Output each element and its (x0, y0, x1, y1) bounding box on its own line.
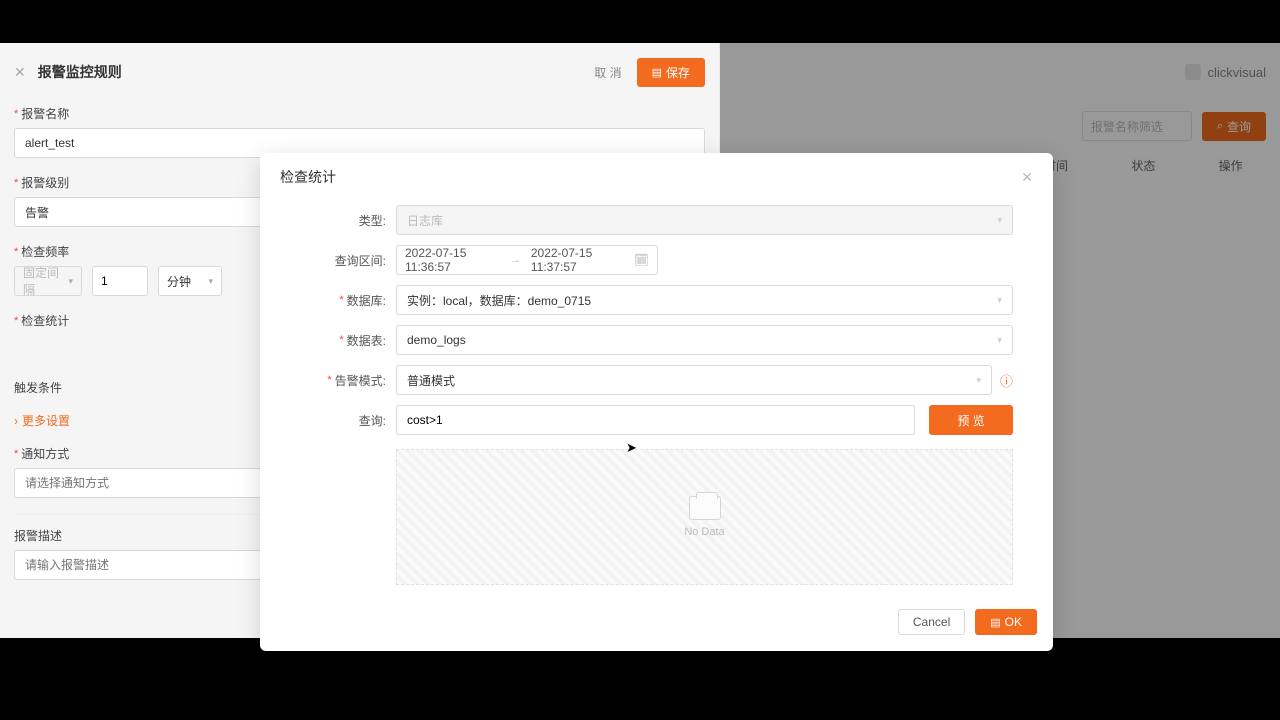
preview-button[interactable]: 预 览 (929, 405, 1013, 435)
query-label: 查询: (359, 412, 386, 429)
alarm-mode-value: 普通模式 (407, 372, 455, 389)
chevron-down-icon: ▾ (976, 375, 981, 386)
db-label: 数据库: (347, 292, 386, 309)
modal-title: 检查统计 (280, 167, 1021, 187)
check-stats-modal: 检查统计 ✕ 类型: 日志库 ▾ 查询区间: 2022-07-15 11:36:5… (260, 153, 1053, 651)
empty-icon (689, 496, 721, 520)
chevron-down-icon: ▾ (997, 295, 1002, 306)
cancel-button[interactable]: Cancel (898, 609, 965, 635)
type-select: 日志库 ▾ (396, 205, 1013, 235)
query-input[interactable] (396, 405, 915, 435)
modal-overlay: 检查统计 ✕ 类型: 日志库 ▾ 查询区间: 2022-07-15 11:36:5… (0, 0, 1280, 720)
ok-button[interactable]: ▤ OK (975, 609, 1037, 635)
db-value: 实例：local，数据库：demo_0715 (407, 292, 591, 309)
preview-area: No Data (396, 449, 1013, 585)
range-start: 2022-07-15 11:36:57 (405, 246, 500, 274)
table-select[interactable]: demo_logs ▾ (396, 325, 1013, 355)
range-label: 查询区间: (335, 252, 386, 269)
save-icon: ▤ (990, 616, 1000, 629)
db-select[interactable]: 实例：local，数据库：demo_0715 ▾ (396, 285, 1013, 315)
arrow-right-icon: → (508, 254, 523, 266)
preview-button-label: 预 览 (957, 412, 984, 429)
type-value: 日志库 (407, 212, 443, 229)
ok-button-label: OK (1005, 615, 1022, 629)
type-label: 类型: (359, 212, 386, 229)
table-value: demo_logs (407, 333, 466, 347)
date-range-picker[interactable]: 2022-07-15 11:36:57 → 2022-07-15 11:37:5… (396, 245, 658, 275)
table-label: 数据表: (347, 332, 386, 349)
range-end: 2022-07-15 11:37:57 (531, 246, 626, 274)
chevron-down-icon: ▾ (997, 215, 1002, 226)
info-icon[interactable]: ⓘ (1000, 371, 1013, 390)
close-icon[interactable]: ✕ (1021, 169, 1033, 186)
calendar-icon: 🗓 (634, 253, 649, 267)
chevron-down-icon: ▾ (997, 335, 1002, 346)
alarm-mode-select[interactable]: 普通模式 ▾ (396, 365, 992, 395)
no-data-label: No Data (684, 526, 724, 538)
alarm-mode-label: 告警模式: (335, 372, 386, 389)
